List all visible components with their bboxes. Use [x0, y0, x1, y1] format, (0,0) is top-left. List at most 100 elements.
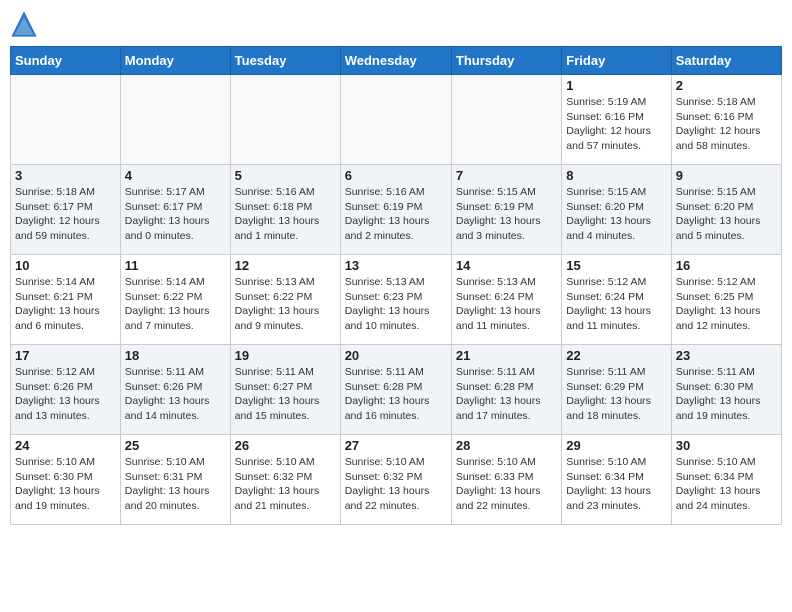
calendar-cell: 24 Sunrise: 5:10 AMSunset: 6:30 PMDayligh… [11, 435, 121, 525]
day-number: 18 [125, 348, 226, 363]
calendar-cell [340, 75, 451, 165]
day-number: 16 [676, 258, 777, 273]
day-number: 11 [125, 258, 226, 273]
day-info: Sunrise: 5:11 AMSunset: 6:26 PMDaylight:… [125, 365, 226, 424]
weekday-header-monday: Monday [120, 47, 230, 75]
day-info: Sunrise: 5:13 AMSunset: 6:23 PMDaylight:… [345, 275, 447, 334]
calendar-cell: 12 Sunrise: 5:13 AMSunset: 6:22 PMDayligh… [230, 255, 340, 345]
logo-icon [10, 10, 38, 38]
day-info: Sunrise: 5:18 AMSunset: 6:17 PMDaylight:… [15, 185, 116, 244]
day-number: 23 [676, 348, 777, 363]
calendar-cell: 3 Sunrise: 5:18 AMSunset: 6:17 PMDaylight… [11, 165, 121, 255]
calendar-table: SundayMondayTuesdayWednesdayThursdayFrid… [10, 46, 782, 525]
day-info: Sunrise: 5:11 AMSunset: 6:29 PMDaylight:… [566, 365, 666, 424]
day-info: Sunrise: 5:12 AMSunset: 6:26 PMDaylight:… [15, 365, 116, 424]
day-info: Sunrise: 5:11 AMSunset: 6:27 PMDaylight:… [235, 365, 336, 424]
day-info: Sunrise: 5:18 AMSunset: 6:16 PMDaylight:… [676, 95, 777, 154]
day-number: 7 [456, 168, 557, 183]
day-number: 5 [235, 168, 336, 183]
page-header [10, 10, 782, 38]
calendar-cell: 29Sunrise: 5:10 AMSunset: 6:34 PMDayligh… [562, 435, 671, 525]
calendar-cell: 2 Sunrise: 5:18 AMSunset: 6:16 PMDaylight… [671, 75, 781, 165]
weekday-header-row: SundayMondayTuesdayWednesdayThursdayFrid… [11, 47, 782, 75]
day-number: 3 [15, 168, 116, 183]
calendar-cell: 11 Sunrise: 5:14 AMSunset: 6:22 PMDayligh… [120, 255, 230, 345]
calendar-cell: 16 Sunrise: 5:12 AMSunset: 6:25 PMDayligh… [671, 255, 781, 345]
day-info: Sunrise: 5:11 AMSunset: 6:28 PMDaylight:… [456, 365, 557, 424]
calendar-cell: 25 Sunrise: 5:10 AMSunset: 6:31 PMDayligh… [120, 435, 230, 525]
calendar-cell: 8 Sunrise: 5:15 AMSunset: 6:20 PMDaylight… [562, 165, 671, 255]
day-info: Sunrise: 5:12 AMSunset: 6:25 PMDaylight:… [676, 275, 777, 334]
day-info: Sunrise: 5:11 AMSunset: 6:30 PMDaylight:… [676, 365, 777, 424]
calendar-cell: 17 Sunrise: 5:12 AMSunset: 6:26 PMDayligh… [11, 345, 121, 435]
day-number: 29 [566, 438, 666, 453]
day-number: 22 [566, 348, 666, 363]
day-number: 13 [345, 258, 447, 273]
calendar-week-3: 10Sunrise: 5:14 AMSunset: 6:21 PMDayligh… [11, 255, 782, 345]
weekday-header-thursday: Thursday [451, 47, 561, 75]
day-number: 28 [456, 438, 557, 453]
day-info: Sunrise: 5:10 AMSunset: 6:32 PMDaylight:… [235, 455, 336, 514]
day-info: Sunrise: 5:17 AMSunset: 6:17 PMDaylight:… [125, 185, 226, 244]
calendar-cell: 30Sunrise: 5:10 AMSunset: 6:34 PMDayligh… [671, 435, 781, 525]
day-info: Sunrise: 5:10 AMSunset: 6:33 PMDaylight:… [456, 455, 557, 514]
calendar-week-2: 3 Sunrise: 5:18 AMSunset: 6:17 PMDaylight… [11, 165, 782, 255]
day-info: Sunrise: 5:12 AMSunset: 6:24 PMDaylight:… [566, 275, 666, 334]
calendar-cell: 10Sunrise: 5:14 AMSunset: 6:21 PMDayligh… [11, 255, 121, 345]
day-number: 10 [15, 258, 116, 273]
day-number: 19 [235, 348, 336, 363]
day-number: 8 [566, 168, 666, 183]
calendar-cell: 20 Sunrise: 5:11 AMSunset: 6:28 PMDayligh… [340, 345, 451, 435]
day-info: Sunrise: 5:13 AMSunset: 6:22 PMDaylight:… [235, 275, 336, 334]
day-number: 14 [456, 258, 557, 273]
day-number: 6 [345, 168, 447, 183]
calendar-cell: 6 Sunrise: 5:16 AMSunset: 6:19 PMDaylight… [340, 165, 451, 255]
day-number: 12 [235, 258, 336, 273]
day-number: 27 [345, 438, 447, 453]
day-number: 20 [345, 348, 447, 363]
calendar-cell: 28 Sunrise: 5:10 AMSunset: 6:33 PMDayligh… [451, 435, 561, 525]
calendar-cell: 22 Sunrise: 5:11 AMSunset: 6:29 PMDayligh… [562, 345, 671, 435]
weekday-header-tuesday: Tuesday [230, 47, 340, 75]
day-number: 30 [676, 438, 777, 453]
day-info: Sunrise: 5:15 AMSunset: 6:20 PMDaylight:… [566, 185, 666, 244]
day-number: 17 [15, 348, 116, 363]
day-info: Sunrise: 5:15 AMSunset: 6:20 PMDaylight:… [676, 185, 777, 244]
calendar-week-1: 1Sunrise: 5:19 AMSunset: 6:16 PMDaylight… [11, 75, 782, 165]
day-info: Sunrise: 5:10 AMSunset: 6:31 PMDaylight:… [125, 455, 226, 514]
day-number: 26 [235, 438, 336, 453]
calendar-cell: 5 Sunrise: 5:16 AMSunset: 6:18 PMDaylight… [230, 165, 340, 255]
day-number: 24 [15, 438, 116, 453]
day-info: Sunrise: 5:11 AMSunset: 6:28 PMDaylight:… [345, 365, 447, 424]
day-info: Sunrise: 5:10 AMSunset: 6:32 PMDaylight:… [345, 455, 447, 514]
logo [10, 10, 42, 38]
calendar-cell: 21Sunrise: 5:11 AMSunset: 6:28 PMDayligh… [451, 345, 561, 435]
calendar-cell: 18 Sunrise: 5:11 AMSunset: 6:26 PMDayligh… [120, 345, 230, 435]
day-info: Sunrise: 5:15 AMSunset: 6:19 PMDaylight:… [456, 185, 557, 244]
day-info: Sunrise: 5:14 AMSunset: 6:22 PMDaylight:… [125, 275, 226, 334]
day-info: Sunrise: 5:10 AMSunset: 6:30 PMDaylight:… [15, 455, 116, 514]
calendar-cell: 19 Sunrise: 5:11 AMSunset: 6:27 PMDayligh… [230, 345, 340, 435]
day-info: Sunrise: 5:16 AMSunset: 6:19 PMDaylight:… [345, 185, 447, 244]
calendar-cell [11, 75, 121, 165]
day-info: Sunrise: 5:16 AMSunset: 6:18 PMDaylight:… [235, 185, 336, 244]
day-info: Sunrise: 5:13 AMSunset: 6:24 PMDaylight:… [456, 275, 557, 334]
calendar-cell: 4 Sunrise: 5:17 AMSunset: 6:17 PMDaylight… [120, 165, 230, 255]
weekday-header-saturday: Saturday [671, 47, 781, 75]
day-number: 25 [125, 438, 226, 453]
calendar-cell: 26 Sunrise: 5:10 AMSunset: 6:32 PMDayligh… [230, 435, 340, 525]
weekday-header-friday: Friday [562, 47, 671, 75]
weekday-header-sunday: Sunday [11, 47, 121, 75]
calendar-week-5: 24 Sunrise: 5:10 AMSunset: 6:30 PMDayligh… [11, 435, 782, 525]
calendar-cell: 14 Sunrise: 5:13 AMSunset: 6:24 PMDayligh… [451, 255, 561, 345]
day-number: 4 [125, 168, 226, 183]
calendar-cell [120, 75, 230, 165]
day-number: 9 [676, 168, 777, 183]
day-number: 2 [676, 78, 777, 93]
calendar-cell: 9 Sunrise: 5:15 AMSunset: 6:20 PMDaylight… [671, 165, 781, 255]
calendar-cell: 13 Sunrise: 5:13 AMSunset: 6:23 PMDayligh… [340, 255, 451, 345]
calendar-cell: 1Sunrise: 5:19 AMSunset: 6:16 PMDaylight… [562, 75, 671, 165]
calendar-cell: 23 Sunrise: 5:11 AMSunset: 6:30 PMDayligh… [671, 345, 781, 435]
calendar-cell: 27 Sunrise: 5:10 AMSunset: 6:32 PMDayligh… [340, 435, 451, 525]
calendar-cell [230, 75, 340, 165]
